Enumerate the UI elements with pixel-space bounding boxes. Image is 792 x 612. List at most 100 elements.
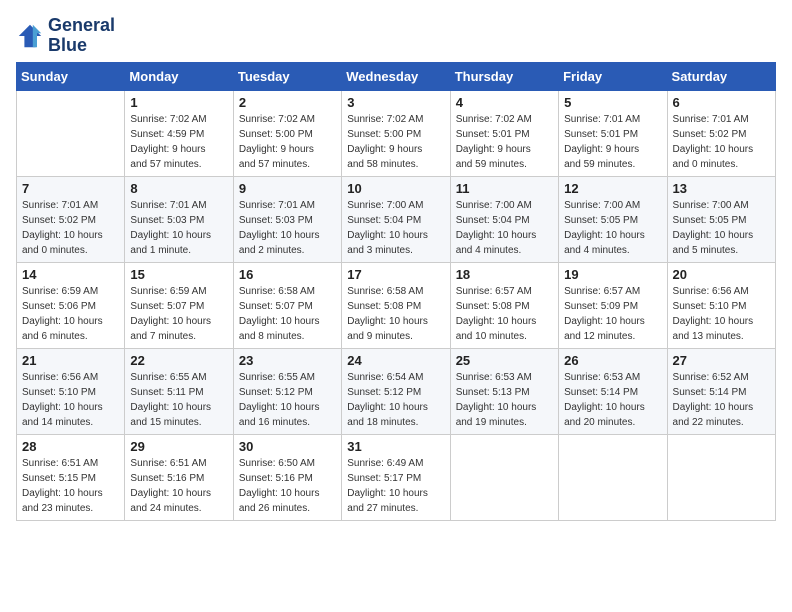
day-info: Sunrise: 7:01 AMSunset: 5:03 PMDaylight:…: [239, 198, 336, 258]
weekday-header-thursday: Thursday: [450, 62, 558, 90]
day-info: Sunrise: 6:57 AMSunset: 5:08 PMDaylight:…: [456, 284, 553, 344]
day-info: Sunrise: 6:53 AMSunset: 5:13 PMDaylight:…: [456, 370, 553, 430]
calendar-cell: 16Sunrise: 6:58 AMSunset: 5:07 PMDayligh…: [233, 262, 341, 348]
day-number: 26: [564, 353, 661, 368]
day-info: Sunrise: 6:52 AMSunset: 5:14 PMDaylight:…: [673, 370, 770, 430]
day-info: Sunrise: 7:02 AMSunset: 5:00 PMDaylight:…: [239, 112, 336, 172]
calendar-cell: 1Sunrise: 7:02 AMSunset: 4:59 PMDaylight…: [125, 90, 233, 176]
day-number: 25: [456, 353, 553, 368]
day-info: Sunrise: 7:00 AMSunset: 5:05 PMDaylight:…: [673, 198, 770, 258]
calendar-cell: 6 Sunrise: 7:01 AMSunset: 5:02 PMDaylight…: [667, 90, 775, 176]
day-number: 6: [673, 95, 770, 110]
day-number: 7: [22, 181, 119, 196]
day-info: Sunrise: 6:56 AMSunset: 5:10 PMDaylight:…: [673, 284, 770, 344]
day-number: 24: [347, 353, 444, 368]
calendar-cell: 11 Sunrise: 7:00 AMSunset: 5:04 PMDayligh…: [450, 176, 558, 262]
day-info: Sunrise: 6:59 AMSunset: 5:07 PMDaylight:…: [130, 284, 227, 344]
calendar-cell: 5 Sunrise: 7:01 AMSunset: 5:01 PMDaylight…: [559, 90, 667, 176]
calendar-cell: 8 Sunrise: 7:01 AMSunset: 5:03 PMDaylight…: [125, 176, 233, 262]
day-number: 10: [347, 181, 444, 196]
logo: General Blue: [16, 16, 115, 56]
calendar-cell: [450, 434, 558, 520]
week-row-3: 14 Sunrise: 6:59 AMSunset: 5:06 PMDayligh…: [17, 262, 776, 348]
day-number: 29: [130, 439, 227, 454]
day-info: Sunrise: 6:49 AMSunset: 5:17 PMDaylight:…: [347, 456, 444, 516]
calendar-cell: 18 Sunrise: 6:57 AMSunset: 5:08 PMDayligh…: [450, 262, 558, 348]
calendar-cell: 15Sunrise: 6:59 AMSunset: 5:07 PMDayligh…: [125, 262, 233, 348]
calendar-cell: [559, 434, 667, 520]
day-number: 4: [456, 95, 553, 110]
week-row-4: 21Sunrise: 6:56 AMSunset: 5:10 PMDayligh…: [17, 348, 776, 434]
week-row-1: 1Sunrise: 7:02 AMSunset: 4:59 PMDaylight…: [17, 90, 776, 176]
calendar-cell: 9 Sunrise: 7:01 AMSunset: 5:03 PMDaylight…: [233, 176, 341, 262]
calendar-cell: 31 Sunrise: 6:49 AMSunset: 5:17 PMDayligh…: [342, 434, 450, 520]
calendar-cell: 23Sunrise: 6:55 AMSunset: 5:12 PMDayligh…: [233, 348, 341, 434]
calendar-cell: 17 Sunrise: 6:58 AMSunset: 5:08 PMDayligh…: [342, 262, 450, 348]
day-info: Sunrise: 7:01 AMSunset: 5:02 PMDaylight:…: [673, 112, 770, 172]
day-info: Sunrise: 6:51 AMSunset: 5:15 PMDaylight:…: [22, 456, 119, 516]
day-number: 28: [22, 439, 119, 454]
day-info: Sunrise: 6:53 AMSunset: 5:14 PMDaylight:…: [564, 370, 661, 430]
day-info: Sunrise: 6:58 AMSunset: 5:08 PMDaylight:…: [347, 284, 444, 344]
day-number: 31: [347, 439, 444, 454]
logo-text: General Blue: [48, 16, 115, 56]
calendar-cell: 25 Sunrise: 6:53 AMSunset: 5:13 PMDayligh…: [450, 348, 558, 434]
weekday-header-row: SundayMondayTuesdayWednesdayThursdayFrid…: [17, 62, 776, 90]
page-header: General Blue: [16, 16, 776, 56]
calendar-cell: 21Sunrise: 6:56 AMSunset: 5:10 PMDayligh…: [17, 348, 125, 434]
calendar-table: SundayMondayTuesdayWednesdayThursdayFrid…: [16, 62, 776, 521]
calendar-cell: 20 Sunrise: 6:56 AMSunset: 5:10 PMDayligh…: [667, 262, 775, 348]
day-number: 11: [456, 181, 553, 196]
day-info: Sunrise: 7:02 AMSunset: 4:59 PMDaylight:…: [130, 112, 227, 172]
day-info: Sunrise: 6:55 AMSunset: 5:11 PMDaylight:…: [130, 370, 227, 430]
day-info: Sunrise: 7:00 AMSunset: 5:05 PMDaylight:…: [564, 198, 661, 258]
weekday-header-sunday: Sunday: [17, 62, 125, 90]
calendar-cell: [667, 434, 775, 520]
day-info: Sunrise: 7:02 AMSunset: 5:01 PMDaylight:…: [456, 112, 553, 172]
day-number: 27: [673, 353, 770, 368]
logo-icon: [16, 22, 44, 50]
weekday-header-wednesday: Wednesday: [342, 62, 450, 90]
day-info: Sunrise: 7:02 AMSunset: 5:00 PMDaylight:…: [347, 112, 444, 172]
day-info: Sunrise: 7:01 AMSunset: 5:03 PMDaylight:…: [130, 198, 227, 258]
day-info: Sunrise: 6:51 AMSunset: 5:16 PMDaylight:…: [130, 456, 227, 516]
day-number: 17: [347, 267, 444, 282]
calendar-cell: 14 Sunrise: 6:59 AMSunset: 5:06 PMDayligh…: [17, 262, 125, 348]
day-number: 5: [564, 95, 661, 110]
calendar-cell: 7Sunrise: 7:01 AMSunset: 5:02 PMDaylight…: [17, 176, 125, 262]
day-number: 2: [239, 95, 336, 110]
week-row-5: 28 Sunrise: 6:51 AMSunset: 5:15 PMDayligh…: [17, 434, 776, 520]
day-number: 18: [456, 267, 553, 282]
week-row-2: 7Sunrise: 7:01 AMSunset: 5:02 PMDaylight…: [17, 176, 776, 262]
calendar-cell: 28 Sunrise: 6:51 AMSunset: 5:15 PMDayligh…: [17, 434, 125, 520]
day-number: 14: [22, 267, 119, 282]
weekday-header-tuesday: Tuesday: [233, 62, 341, 90]
calendar-cell: 26 Sunrise: 6:53 AMSunset: 5:14 PMDayligh…: [559, 348, 667, 434]
day-info: Sunrise: 6:55 AMSunset: 5:12 PMDaylight:…: [239, 370, 336, 430]
calendar-cell: 2 Sunrise: 7:02 AMSunset: 5:00 PMDaylight…: [233, 90, 341, 176]
day-info: Sunrise: 7:00 AMSunset: 5:04 PMDaylight:…: [456, 198, 553, 258]
day-number: 13: [673, 181, 770, 196]
day-info: Sunrise: 6:50 AMSunset: 5:16 PMDaylight:…: [239, 456, 336, 516]
day-number: 22: [130, 353, 227, 368]
calendar-cell: 13 Sunrise: 7:00 AMSunset: 5:05 PMDayligh…: [667, 176, 775, 262]
calendar-cell: 27 Sunrise: 6:52 AMSunset: 5:14 PMDayligh…: [667, 348, 775, 434]
day-number: 20: [673, 267, 770, 282]
day-number: 9: [239, 181, 336, 196]
day-info: Sunrise: 6:57 AMSunset: 5:09 PMDaylight:…: [564, 284, 661, 344]
calendar-cell: 19 Sunrise: 6:57 AMSunset: 5:09 PMDayligh…: [559, 262, 667, 348]
day-number: 19: [564, 267, 661, 282]
calendar-cell: 24 Sunrise: 6:54 AMSunset: 5:12 PMDayligh…: [342, 348, 450, 434]
day-number: 8: [130, 181, 227, 196]
day-info: Sunrise: 6:59 AMSunset: 5:06 PMDaylight:…: [22, 284, 119, 344]
day-number: 30: [239, 439, 336, 454]
calendar-cell: 3Sunrise: 7:02 AMSunset: 5:00 PMDaylight…: [342, 90, 450, 176]
day-info: Sunrise: 6:58 AMSunset: 5:07 PMDaylight:…: [239, 284, 336, 344]
day-number: 12: [564, 181, 661, 196]
calendar-cell: 29 Sunrise: 6:51 AMSunset: 5:16 PMDayligh…: [125, 434, 233, 520]
weekday-header-saturday: Saturday: [667, 62, 775, 90]
day-info: Sunrise: 6:54 AMSunset: 5:12 PMDaylight:…: [347, 370, 444, 430]
day-info: Sunrise: 7:01 AMSunset: 5:01 PMDaylight:…: [564, 112, 661, 172]
day-info: Sunrise: 6:56 AMSunset: 5:10 PMDaylight:…: [22, 370, 119, 430]
calendar-cell: 4 Sunrise: 7:02 AMSunset: 5:01 PMDaylight…: [450, 90, 558, 176]
